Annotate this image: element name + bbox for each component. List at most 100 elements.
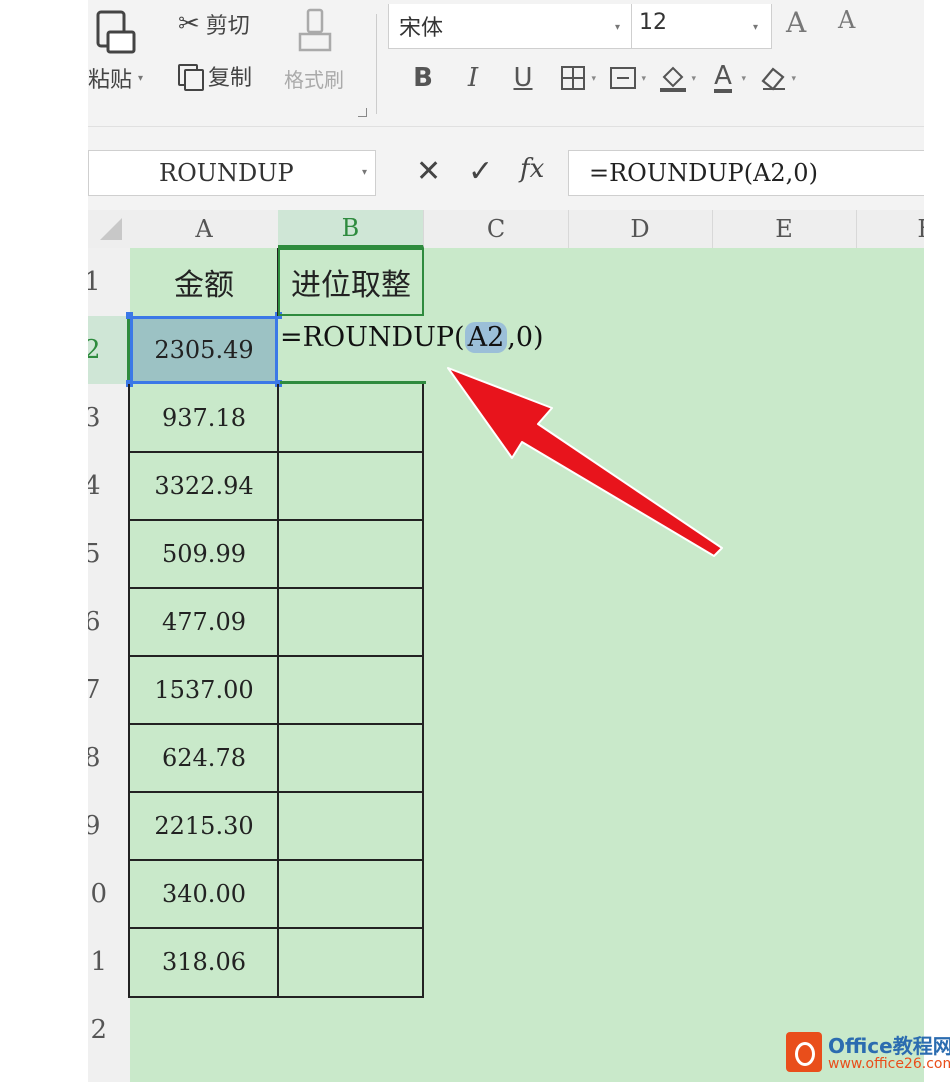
cell-a11[interactable]: 318.06	[130, 928, 278, 996]
table-border	[128, 859, 424, 861]
cell-a4[interactable]: 3322.94	[130, 452, 278, 520]
borders-button[interactable]: ▾	[548, 58, 598, 98]
chevron-down-icon: ▾	[591, 74, 596, 84]
paste-icon[interactable]	[96, 10, 136, 54]
underline-button[interactable]: U	[498, 58, 548, 98]
cell-a9[interactable]: 2215.30	[130, 792, 278, 860]
row-headers: 1 2 3 4 5 6 7 8 9 10 11 12	[88, 248, 131, 1082]
font-selector[interactable]: 宋体 ▾ 12 ▾	[388, 4, 772, 49]
column-header-f[interactable]: F	[856, 210, 924, 248]
format-painter-label: 格式刷	[284, 68, 344, 92]
table-border	[128, 519, 424, 521]
format-toolbar: B I U ▾ ▾ ▾ A ▾ ▾	[398, 58, 798, 98]
column-header-e[interactable]: E	[712, 210, 857, 248]
row-header-10[interactable]: 10	[88, 860, 130, 928]
table-border	[128, 587, 424, 589]
column-header-c[interactable]: C	[424, 210, 569, 248]
cell-reference-a2: A2	[464, 322, 508, 353]
table-border	[128, 791, 424, 793]
row-header-12[interactable]: 12	[88, 996, 130, 1064]
font-color-button[interactable]: A ▾	[698, 58, 748, 98]
row-header-1[interactable]: 1	[88, 248, 130, 316]
row-number: 6	[88, 607, 101, 637]
row-number: 4	[88, 471, 101, 501]
row-header-11[interactable]: 11	[88, 928, 130, 996]
table-border	[128, 996, 424, 998]
cell-a6[interactable]: 477.09	[130, 588, 278, 656]
copy-button[interactable]: 复制	[178, 60, 252, 92]
chevron-down-icon[interactable]: ▾	[753, 22, 758, 33]
bold-button[interactable]: B	[398, 58, 448, 98]
font-size-field[interactable]: 12	[639, 10, 667, 35]
chevron-down-icon: ▾	[791, 74, 796, 84]
table-border	[128, 723, 424, 725]
watermark-logo: Office教程网 www.office26.com	[786, 1028, 950, 1080]
chevron-down-icon[interactable]: ▾	[362, 167, 367, 178]
chevron-down-icon[interactable]: ▾	[615, 22, 620, 33]
row-number: 10	[88, 879, 108, 909]
cut-button[interactable]: ✂ 剪切	[178, 8, 250, 40]
merge-cells-icon	[610, 67, 636, 89]
format-painter-icon[interactable]	[296, 8, 336, 54]
cell-a5[interactable]: 509.99	[130, 520, 278, 588]
name-box[interactable]: ROUNDUP ▾	[88, 150, 376, 196]
divider	[631, 4, 632, 48]
cell-a8[interactable]: 624.78	[130, 724, 278, 792]
cut-label: 剪切	[205, 14, 250, 39]
row-header-7[interactable]: 7	[88, 656, 130, 724]
row-number: 7	[88, 675, 101, 705]
copy-icon	[178, 64, 204, 91]
cell-a2[interactable]: 2305.49	[130, 316, 278, 384]
check-icon[interactable]: ✓	[468, 154, 493, 189]
table-border	[128, 927, 424, 929]
row-header-2[interactable]: 2	[88, 316, 130, 384]
row-number: 3	[88, 403, 101, 433]
clipboard-launcher-icon[interactable]	[358, 108, 367, 117]
row-number: 8	[88, 743, 101, 773]
borders-icon	[561, 66, 585, 90]
watermark-url: www.office26.com	[828, 1056, 950, 1072]
formula-input[interactable]: =ROUNDUP(A2,0)	[568, 150, 929, 196]
clear-button[interactable]: ▾	[748, 58, 798, 98]
shrink-font-button[interactable]: A	[838, 6, 855, 34]
cell-a3[interactable]: 937.18	[130, 384, 278, 452]
formula-suffix: ,0)	[507, 322, 544, 353]
merge-cells-button[interactable]: ▾	[598, 58, 648, 98]
row-header-3[interactable]: 3	[88, 384, 130, 452]
row-header-4[interactable]: 4	[88, 452, 130, 520]
column-header-d[interactable]: D	[568, 210, 713, 248]
table-border	[277, 384, 279, 998]
fx-icon[interactable]: fx	[520, 154, 544, 184]
row-number: 11	[88, 947, 108, 977]
cell-a10[interactable]: 340.00	[130, 860, 278, 928]
table-border	[128, 655, 424, 657]
font-name-field[interactable]: 宋体	[399, 10, 443, 42]
formula-text: =ROUNDUP(A2,0)	[589, 159, 818, 187]
cancel-icon[interactable]: ✕	[416, 154, 441, 189]
cell-b1-border	[278, 248, 424, 316]
row-header-8[interactable]: 8	[88, 724, 130, 792]
chevron-down-icon: ▾	[641, 74, 646, 84]
red-arrow-annotation	[447, 367, 723, 557]
cell-b2-active-border	[280, 381, 426, 384]
scissors-icon: ✂	[178, 9, 200, 39]
row-header-5[interactable]: 5	[88, 520, 130, 588]
paste-button[interactable]: 粘贴 ▾	[88, 62, 143, 94]
fill-color-button[interactable]: ▾	[648, 58, 698, 98]
select-all-corner[interactable]	[100, 218, 122, 240]
cell-a1[interactable]: 金额	[130, 248, 278, 316]
column-header-f-label: F	[917, 215, 924, 243]
column-header-b[interactable]: B	[278, 210, 424, 248]
row-header-6[interactable]: 6	[88, 588, 130, 656]
cell-b2-editing[interactable]: =ROUNDUP(A2,0)	[280, 322, 544, 353]
format-painter-button[interactable]: 格式刷	[284, 64, 344, 93]
column-header-a[interactable]: A	[130, 210, 279, 248]
cell-a7[interactable]: 1537.00	[130, 656, 278, 724]
window-edge	[924, 0, 950, 1082]
table-border	[128, 384, 130, 998]
grow-font-button[interactable]: A	[786, 6, 806, 39]
row-header-9[interactable]: 9	[88, 792, 130, 860]
italic-button[interactable]: I	[448, 58, 498, 98]
row-number: 9	[88, 811, 101, 841]
formula-prefix: =ROUNDUP(	[280, 322, 465, 353]
